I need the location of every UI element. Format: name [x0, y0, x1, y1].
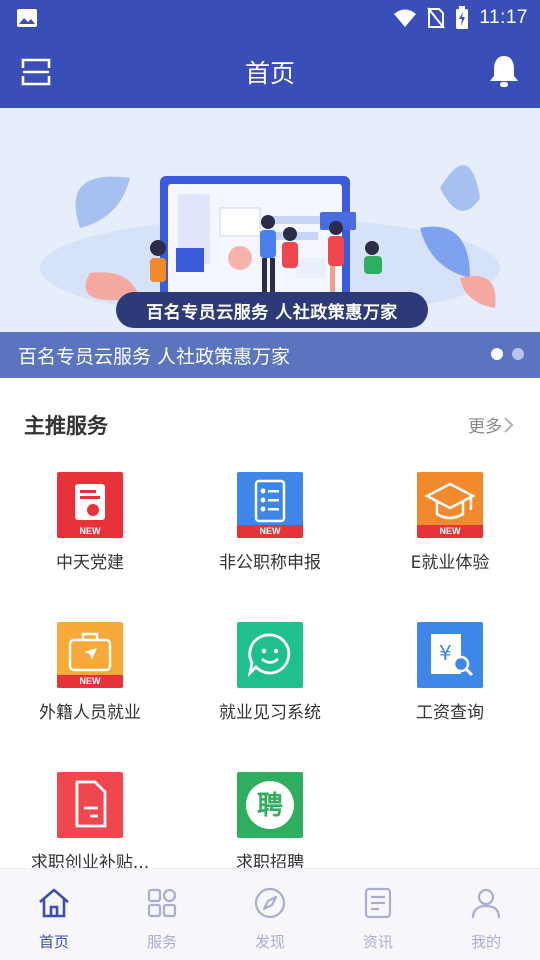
service-label: 非公职称申报	[219, 553, 321, 573]
service-salary-query[interactable]: ¥ 工资查询	[360, 622, 540, 752]
chevron-right-icon	[504, 416, 514, 433]
service-title-application[interactable]: NEW 非公职称申报	[180, 472, 360, 602]
tab-discover[interactable]: 发现	[216, 869, 324, 960]
bell-icon[interactable]	[488, 54, 520, 88]
tab-profile[interactable]: 我的	[432, 869, 540, 960]
service-label: 就业见习系统	[219, 703, 321, 723]
news-icon	[364, 887, 392, 919]
profile-icon	[471, 888, 501, 919]
tab-news[interactable]: 资讯	[324, 869, 432, 960]
more-label: 更多	[468, 417, 502, 437]
no-sim-icon	[427, 7, 446, 29]
service-foreign-employment[interactable]: NEW 外籍人员就业	[0, 622, 180, 752]
promo-banner[interactable]: 百名专员云服务 人社政策惠万家 百名专员云服务 人社政策惠万家	[0, 108, 540, 378]
tab-label: 服务	[146, 933, 177, 951]
tab-label: 发现	[254, 933, 285, 951]
service-label: E就业体验	[410, 553, 490, 573]
recruit-glyph: 聘	[257, 791, 283, 821]
more-link[interactable]: 更多	[468, 412, 516, 437]
tab-home[interactable]: 首页	[0, 869, 108, 960]
new-badge: NEW	[237, 525, 303, 538]
graduation-cap-icon: NEW	[417, 472, 483, 538]
new-badge: NEW	[57, 675, 123, 688]
section-title: 主推服务	[24, 414, 108, 438]
carousel-indicator	[491, 348, 524, 360]
service-label: 外籍人员就业	[39, 703, 141, 723]
party-building-icon: NEW	[57, 472, 123, 538]
checklist-icon: NEW	[237, 472, 303, 538]
status-bar: 11:17	[0, 0, 540, 36]
wifi-icon	[394, 9, 417, 27]
service-internship-system[interactable]: 就业见习系统	[180, 622, 360, 752]
compass-icon	[254, 887, 286, 919]
banner-caption: 百名专员云服务 人社政策惠万家	[18, 346, 291, 368]
new-badge: NEW	[417, 525, 483, 538]
salary-search-icon: ¥	[417, 622, 483, 688]
carousel-dot-active[interactable]	[491, 348, 503, 360]
document-icon	[57, 772, 123, 838]
home-icon	[39, 888, 69, 918]
grid-icon	[147, 888, 177, 918]
chat-smile-icon	[237, 622, 303, 688]
status-time: 11:17	[479, 7, 528, 28]
featured-services-header: 主推服务 更多	[0, 400, 540, 448]
tab-label: 资讯	[362, 933, 393, 951]
service-label: 工资查询	[416, 703, 484, 723]
salary-glyph: ¥	[439, 641, 452, 665]
page-title: 首页	[244, 59, 295, 88]
carousel-dot[interactable]	[512, 348, 524, 360]
briefcase-icon: NEW	[57, 622, 123, 688]
app-header: 首页	[0, 36, 540, 108]
new-badge: NEW	[57, 525, 123, 538]
banner-caption-bar: 百名专员云服务 人社政策惠万家	[0, 332, 540, 378]
service-label: 中天党建	[56, 553, 124, 573]
tab-label: 首页	[38, 933, 69, 951]
gallery-icon	[17, 9, 37, 27]
banner-headline: 百名专员云服务 人社政策惠万家	[116, 292, 428, 328]
tab-services[interactable]: 服务	[108, 869, 216, 960]
tab-label: 我的	[470, 933, 501, 951]
service-party-building[interactable]: NEW 中天党建	[0, 472, 180, 602]
battery-charging-icon	[456, 6, 469, 29]
bottom-tab-bar: 首页 服务 发现 资讯 我的	[0, 868, 540, 960]
service-e-employment[interactable]: NEW E就业体验	[360, 472, 540, 602]
recruit-icon: 聘	[237, 772, 303, 838]
